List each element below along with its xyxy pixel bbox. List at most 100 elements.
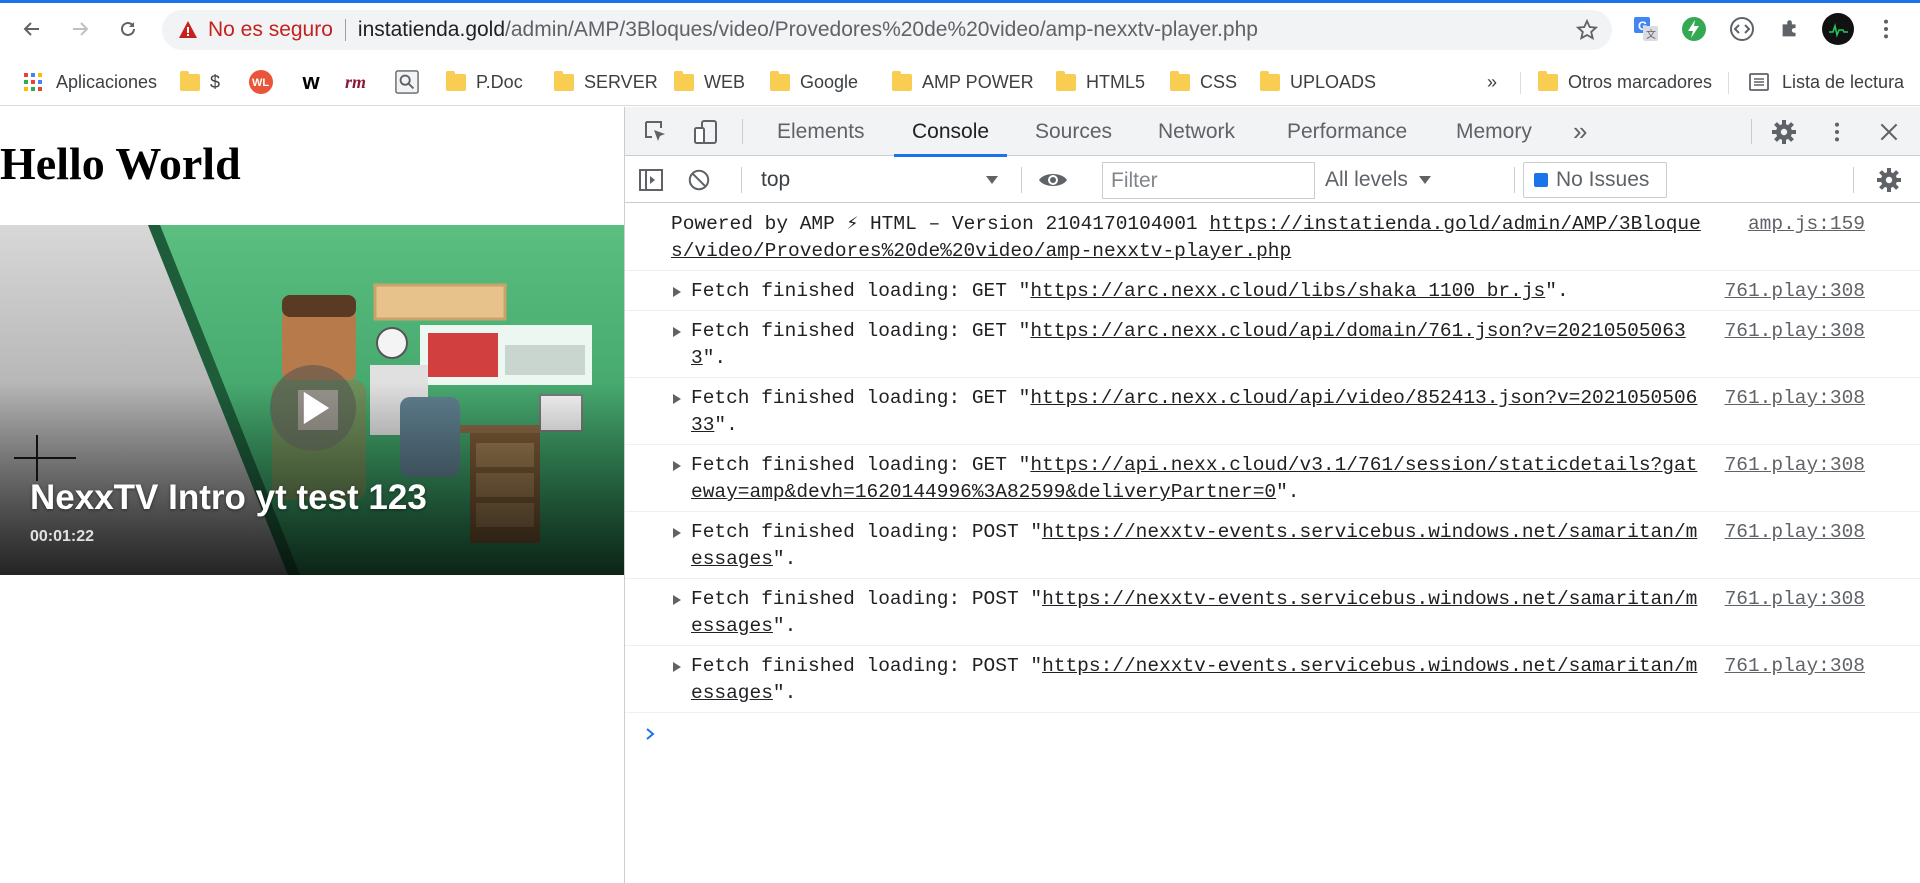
bookmark-css[interactable]: CSS bbox=[1170, 68, 1237, 96]
log-link[interactable]: https://arc.nexx.cloud/libs/shaka_1100_b… bbox=[1030, 280, 1545, 302]
svg-text:WL: WL bbox=[252, 77, 269, 89]
devtools-menu-icon[interactable] bbox=[1821, 116, 1853, 148]
not-secure-label[interactable]: No es seguro bbox=[208, 18, 333, 42]
bookmark-apps[interactable]: Aplicaciones bbox=[20, 68, 157, 96]
tab-separator bbox=[1751, 119, 1752, 144]
console-log-row[interactable]: Fetch finished loading: POST "https://ne… bbox=[625, 646, 1920, 713]
device-toolbar-icon[interactable] bbox=[690, 116, 722, 148]
console-log-row[interactable]: Fetch finished loading: GET "https://api… bbox=[625, 445, 1920, 512]
bookmark-w[interactable]: w bbox=[298, 68, 334, 96]
console-log-row[interactable]: Fetch finished loading: POST "https://ne… bbox=[625, 512, 1920, 579]
log-text-end: ". bbox=[714, 414, 738, 436]
bookmarks-overflow-button[interactable]: » bbox=[1487, 68, 1497, 96]
more-tabs-button[interactable]: » bbox=[1573, 107, 1587, 156]
toolbar-separator bbox=[1853, 167, 1854, 193]
console-filter-input[interactable]: Filter bbox=[1102, 162, 1315, 199]
log-source-link[interactable]: 761.play:308 bbox=[1725, 385, 1865, 412]
bookmark-dollar[interactable]: $ bbox=[180, 68, 220, 96]
console-log-row[interactable]: Powered by AMP ⚡ HTML – Version 21041701… bbox=[625, 204, 1920, 271]
video-player[interactable]: NexxTV Intro yt test 123 00:01:22 bbox=[0, 225, 624, 575]
tab-network[interactable]: Network bbox=[1158, 107, 1235, 156]
console-toolbar: top Filter All levels No Issues bbox=[625, 157, 1920, 203]
bookmark-label: WEB bbox=[704, 71, 746, 92]
log-source-link[interactable]: 761.play:308 bbox=[1725, 519, 1865, 546]
expand-triangle-icon[interactable] bbox=[673, 394, 681, 404]
tab-sources[interactable]: Sources bbox=[1035, 107, 1112, 156]
close-devtools-icon[interactable] bbox=[1873, 116, 1905, 148]
tab-memory[interactable]: Memory bbox=[1456, 107, 1532, 156]
play-button[interactable] bbox=[270, 365, 356, 451]
bookmark-web[interactable]: WEB bbox=[674, 68, 745, 96]
expand-triangle-icon[interactable] bbox=[673, 595, 681, 605]
log-text: Fetch finished loading: POST " bbox=[691, 521, 1043, 543]
log-source-link[interactable]: 761.play:308 bbox=[1725, 278, 1865, 305]
console-messages: Powered by AMP ⚡ HTML – Version 21041701… bbox=[625, 204, 1920, 757]
tab-console[interactable]: Console bbox=[893, 107, 1008, 157]
log-source-link[interactable]: 761.play:308 bbox=[1725, 452, 1865, 479]
clear-console-icon[interactable] bbox=[683, 164, 715, 196]
tab-elements[interactable]: Elements bbox=[777, 107, 865, 156]
log-text-end: ". bbox=[772, 682, 797, 704]
bookmark-amp-power[interactable]: AMP POWER bbox=[892, 68, 1034, 96]
inspect-element-icon[interactable] bbox=[640, 116, 672, 148]
expand-triangle-icon[interactable] bbox=[673, 287, 681, 297]
crosshair-cursor-icon bbox=[14, 435, 76, 481]
expand-triangle-icon[interactable] bbox=[673, 528, 681, 538]
tab-performance[interactable]: Performance bbox=[1287, 107, 1407, 156]
log-source-link[interactable]: 761.play:308 bbox=[1725, 318, 1865, 345]
settings-gear-icon[interactable] bbox=[1768, 116, 1800, 148]
lightning-extension-icon[interactable] bbox=[1678, 13, 1710, 45]
log-levels-dropdown[interactable]: All levels bbox=[1325, 163, 1432, 197]
console-log-row[interactable]: Fetch finished loading: GET "https://arc… bbox=[625, 271, 1920, 311]
console-log-row[interactable]: Fetch finished loading: GET "https://arc… bbox=[625, 378, 1920, 445]
extensions-puzzle-icon[interactable] bbox=[1774, 13, 1806, 45]
bookmark-server[interactable]: SERVER bbox=[554, 68, 658, 96]
console-prompt-row[interactable] bbox=[625, 713, 1920, 757]
bookmark-label: AMP POWER bbox=[922, 71, 1034, 92]
bookmark-wl[interactable]: WL bbox=[248, 68, 284, 96]
translate-extension-icon[interactable]: G文 bbox=[1630, 13, 1662, 45]
devtools-panel: Elements Console Sources Network Perform… bbox=[625, 107, 1920, 883]
back-button[interactable] bbox=[15, 12, 49, 46]
url-host: instatienda.gold bbox=[357, 18, 506, 41]
bookmark-star-icon[interactable] bbox=[1576, 19, 1598, 41]
folder-icon bbox=[674, 70, 694, 91]
bookmark-label: UPLOADS bbox=[1290, 71, 1377, 92]
live-expression-eye-icon[interactable] bbox=[1037, 164, 1069, 196]
log-source-link[interactable]: 761.play:308 bbox=[1725, 653, 1865, 680]
bookmark-label: Otros marcadores bbox=[1568, 71, 1713, 92]
address-bar[interactable]: No es seguro instatienda.gold/admin/AMP/… bbox=[162, 10, 1612, 50]
bookmark-pdoc[interactable]: P.Doc bbox=[446, 68, 523, 96]
dropdown-arrow-icon bbox=[986, 176, 998, 184]
expand-triangle-icon[interactable] bbox=[673, 327, 681, 337]
bookmark-google[interactable]: Google bbox=[770, 68, 858, 96]
page-viewport: Hello World NexxTV Intro yt test 123 00:… bbox=[0, 107, 624, 883]
profile-avatar[interactable] bbox=[1822, 13, 1854, 45]
log-text-end: ". bbox=[702, 347, 727, 369]
sidebar-toggle-icon[interactable] bbox=[635, 164, 667, 196]
warning-icon bbox=[179, 21, 197, 38]
forward-button[interactable] bbox=[63, 12, 97, 46]
expand-triangle-icon[interactable] bbox=[673, 662, 681, 672]
bookmark-uploads[interactable]: UPLOADS bbox=[1260, 68, 1376, 96]
console-settings-gear-icon[interactable] bbox=[1873, 164, 1905, 196]
bookmark-search[interactable] bbox=[394, 68, 430, 96]
issues-button[interactable]: No Issues bbox=[1523, 162, 1667, 198]
folder-icon bbox=[180, 70, 200, 91]
log-source-link[interactable]: amp.js:159 bbox=[1748, 211, 1865, 238]
code-extension-icon[interactable] bbox=[1726, 13, 1758, 45]
bookmark-label: Google bbox=[800, 71, 859, 92]
context-select[interactable]: top bbox=[761, 163, 1011, 197]
chrome-menu-icon[interactable] bbox=[1870, 13, 1902, 45]
console-log-row[interactable]: Fetch finished loading: GET "https://arc… bbox=[625, 311, 1920, 378]
svg-text:rm: rm bbox=[345, 72, 366, 92]
console-log-row[interactable]: Fetch finished loading: POST "https://ne… bbox=[625, 579, 1920, 646]
bookmark-other[interactable]: Otros marcadores bbox=[1538, 68, 1712, 96]
bookmark-rm[interactable]: rm bbox=[344, 68, 380, 96]
reading-list-button[interactable]: Lista de lectura bbox=[1746, 68, 1904, 96]
expand-triangle-icon[interactable] bbox=[673, 461, 681, 471]
log-source-link[interactable]: 761.play:308 bbox=[1725, 586, 1865, 613]
log-text: Fetch finished loading: GET " bbox=[691, 320, 1031, 342]
bookmark-html5[interactable]: HTML5 bbox=[1056, 68, 1145, 96]
reload-button[interactable] bbox=[111, 12, 145, 46]
